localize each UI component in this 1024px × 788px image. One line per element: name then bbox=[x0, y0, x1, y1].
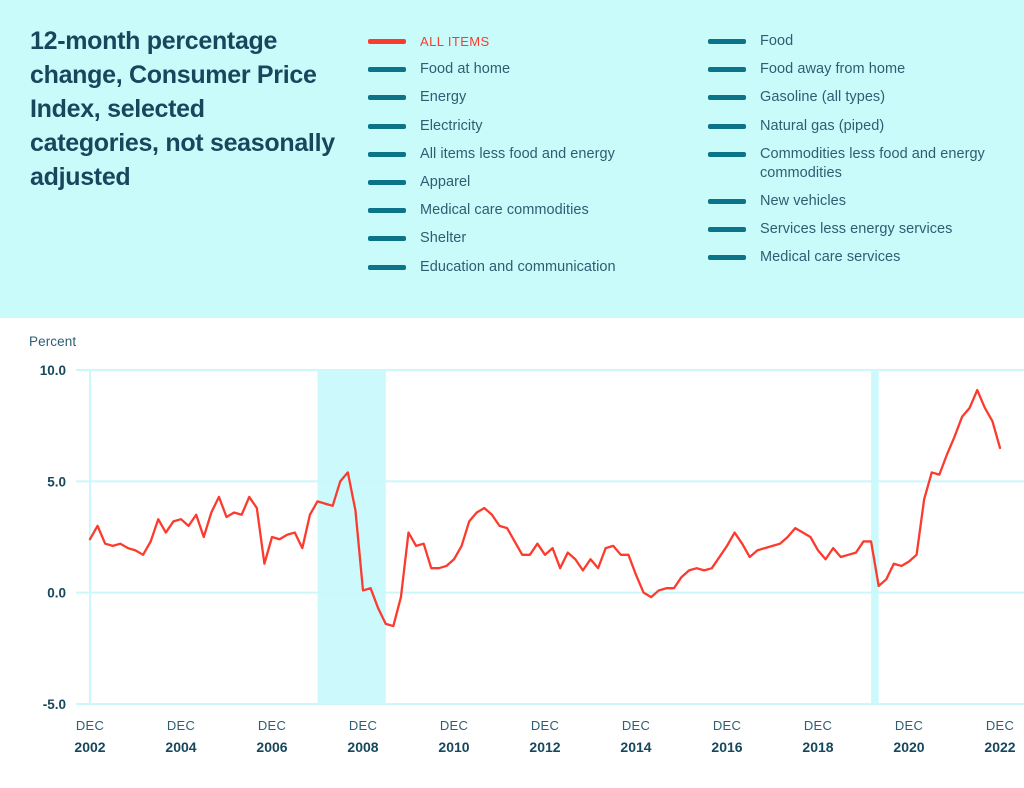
recession-band bbox=[317, 370, 386, 704]
legend-item-label: Commodities less food and energy commodi… bbox=[760, 145, 985, 181]
legend-line-icon bbox=[708, 151, 746, 157]
y-tick-label: 0.0 bbox=[47, 586, 66, 601]
x-tick-month: DEC bbox=[440, 718, 468, 733]
legend-line-icon bbox=[708, 39, 746, 44]
legend-item-education-and-communication[interactable]: Education and communication bbox=[368, 258, 698, 277]
legend-line-icon bbox=[368, 151, 406, 157]
x-tick-month: DEC bbox=[258, 718, 286, 733]
x-tick-month: DEC bbox=[167, 718, 195, 733]
legend-line-icon bbox=[368, 67, 406, 73]
legend-item-label: Services less energy services bbox=[760, 221, 953, 238]
legend-item-label: Medical care services bbox=[760, 249, 901, 266]
data-series-group bbox=[88, 388, 1002, 628]
legend-line-icon bbox=[368, 208, 406, 214]
legend-item-label: New vehicles bbox=[760, 192, 847, 209]
legend-line-icon bbox=[368, 264, 406, 270]
legend-line-icon bbox=[708, 255, 746, 261]
chart-plot-area: Percent -5.0 0.0 5.0 10.0 DEC 2002 DEC 2004 DEC… bbox=[0, 318, 1024, 788]
x-tick-month: DEC bbox=[531, 718, 559, 733]
cpi-chart-page: 12-month percentage change, Consumer Pri… bbox=[0, 0, 1024, 788]
legend-column-2: Food Food away from home Gasoline (all t… bbox=[708, 32, 1018, 276]
legend-item-label: Electricity bbox=[420, 117, 483, 134]
x-tick-month: DEC bbox=[986, 718, 1014, 733]
legend-item-label: Medical care commodities bbox=[420, 202, 589, 219]
y-tick-label: -5.0 bbox=[43, 697, 66, 712]
y-tick-label: 5.0 bbox=[47, 474, 66, 489]
legend-line-icon bbox=[708, 123, 746, 129]
legend-line-icon bbox=[368, 179, 406, 185]
x-tick-year: 2010 bbox=[438, 739, 469, 755]
recession-shading-group bbox=[317, 370, 879, 704]
x-tick-labels-group: DEC 2002 DEC 2004 DEC 2006 DEC 2008 DEC 2010 DEC 20… bbox=[74, 718, 1015, 755]
x-tick-year: 2018 bbox=[802, 739, 833, 755]
legend-line-icon bbox=[708, 95, 746, 101]
legend-item-energy[interactable]: Energy bbox=[368, 88, 698, 107]
x-tick-month: DEC bbox=[804, 718, 832, 733]
x-tick-year: 2014 bbox=[620, 739, 651, 755]
legend-item-label: Apparel bbox=[420, 173, 471, 190]
x-tick-month: DEC bbox=[713, 718, 741, 733]
gridlines-group bbox=[76, 369, 1024, 705]
x-tick-year: 2022 bbox=[984, 739, 1015, 755]
recession-band bbox=[871, 370, 879, 704]
legend-item-food-away-from-home[interactable]: Food away from home bbox=[708, 60, 1018, 79]
page-title: 12-month percentage change, Consumer Pri… bbox=[30, 27, 335, 191]
x-tick-month: DEC bbox=[622, 718, 650, 733]
legend-item-natural-gas-piped[interactable]: Natural gas (piped) bbox=[708, 117, 1018, 136]
legend-item-all-items-less-food-and-energy[interactable]: All items less food and energy bbox=[368, 145, 698, 164]
x-tick-year: 2020 bbox=[893, 739, 924, 755]
legend-item-medical-care-services[interactable]: Medical care services bbox=[708, 248, 1018, 267]
legend-item-label: Education and communication bbox=[420, 258, 616, 275]
legend-line-icon bbox=[708, 198, 746, 204]
legend-item-label: Energy bbox=[420, 89, 467, 106]
x-tick-month: DEC bbox=[76, 718, 104, 733]
y-tick-labels-group: -5.0 0.0 5.0 10.0 bbox=[40, 363, 66, 712]
x-tick-year: 2016 bbox=[711, 739, 742, 755]
legend-line-icon bbox=[368, 39, 406, 44]
legend-item-label: Gasoline (all types) bbox=[760, 89, 886, 106]
x-tick-year: 2004 bbox=[165, 739, 196, 755]
legend-item-gasoline-all-types[interactable]: Gasoline (all types) bbox=[708, 88, 1018, 107]
legend-line-icon bbox=[708, 67, 746, 73]
legend-item-electricity[interactable]: Electricity bbox=[368, 117, 698, 136]
legend-item-food-at-home[interactable]: Food at home bbox=[368, 60, 698, 79]
legend-item-label: Food bbox=[760, 33, 794, 49]
legend-item-services-less-energy-services[interactable]: Services less energy services bbox=[708, 220, 1018, 239]
legend-item-label: ALL ITEMS bbox=[420, 34, 490, 49]
legend-item-apparel[interactable]: Apparel bbox=[368, 173, 698, 192]
legend-column-1: ALL ITEMS Food at home Energy Electricit… bbox=[368, 32, 698, 286]
legend-item-new-vehicles[interactable]: New vehicles bbox=[708, 192, 1018, 211]
data-line-all-items bbox=[88, 388, 1002, 628]
x-tick-month: DEC bbox=[895, 718, 923, 733]
legend-line-icon bbox=[708, 227, 746, 233]
cpi-line-chart-svg: -5.0 0.0 5.0 10.0 DEC 2002 DEC 2004 DEC 2006 DEC 2… bbox=[40, 363, 1024, 755]
legend-item-label: Food away from home bbox=[760, 61, 906, 78]
legend-line-icon bbox=[368, 123, 406, 129]
legend-item-food[interactable]: Food bbox=[708, 32, 1018, 51]
legend-item-label: Shelter bbox=[420, 230, 467, 247]
x-tick-year: 2012 bbox=[529, 739, 560, 755]
x-tick-year: 2008 bbox=[347, 739, 378, 755]
legend-item-label: Natural gas (piped) bbox=[760, 117, 885, 134]
legend-line-icon bbox=[368, 95, 406, 101]
x-tick-year: 2002 bbox=[74, 739, 105, 755]
x-tick-month: DEC bbox=[349, 718, 377, 733]
legend-item-all-items[interactable]: ALL ITEMS bbox=[368, 32, 698, 51]
legend-item-medical-care-commodities[interactable]: Medical care commodities bbox=[368, 201, 698, 220]
legend-item-label: All items less food and energy bbox=[420, 145, 615, 162]
legend-item-label: Food at home bbox=[420, 61, 511, 78]
chart-header: 12-month percentage change, Consumer Pri… bbox=[0, 0, 1024, 318]
legend-item-commodities-less-food-and-energy-commodities[interactable]: Commodities less food and energy commodi… bbox=[708, 145, 1018, 183]
x-tick-year: 2006 bbox=[256, 739, 287, 755]
y-tick-label: 10.0 bbox=[40, 363, 66, 378]
legend-line-icon bbox=[368, 236, 406, 242]
legend-item-shelter[interactable]: Shelter bbox=[368, 229, 698, 248]
